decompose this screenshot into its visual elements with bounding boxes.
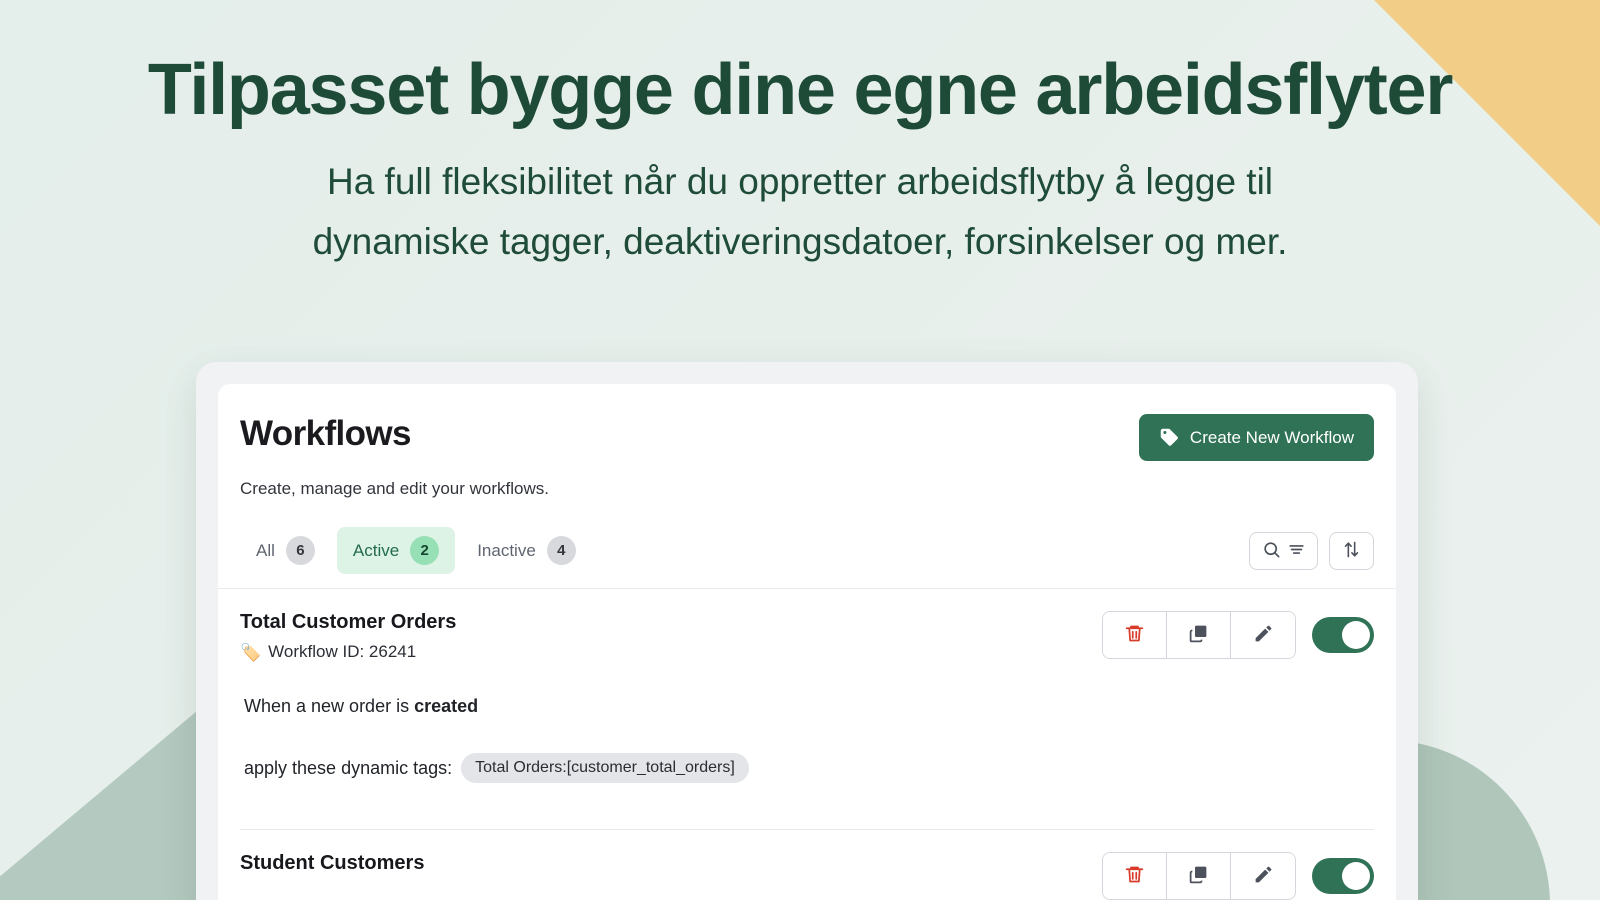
workflow-enabled-toggle[interactable] bbox=[1312, 858, 1374, 894]
tag-emoji-icon: 🏷️ bbox=[240, 644, 261, 661]
pencil-icon bbox=[1253, 864, 1274, 888]
tab-inactive[interactable]: Inactive 4 bbox=[461, 527, 592, 574]
workflow-id: 🏷️ Workflow ID: 26241 bbox=[240, 642, 456, 662]
workflow-tags-label: apply these dynamic tags: bbox=[244, 758, 452, 779]
search-icon bbox=[1262, 540, 1281, 562]
toolbar bbox=[1249, 532, 1374, 570]
sage-wedge-decoration bbox=[0, 700, 210, 900]
duplicate-button[interactable] bbox=[1167, 853, 1231, 899]
workflow-name: Student Customers bbox=[240, 852, 424, 875]
create-new-workflow-label: Create New Workflow bbox=[1190, 428, 1354, 448]
tag-icon bbox=[1159, 427, 1180, 448]
workflow-trigger: When a new order is created bbox=[244, 696, 1374, 717]
workflow-row: Total Customer Orders 🏷️ Workflow ID: 26… bbox=[218, 589, 1396, 830]
edit-button[interactable] bbox=[1231, 853, 1295, 899]
tab-active-label: Active bbox=[353, 541, 399, 561]
panel-header: Workflows Create New Workflow Create, ma… bbox=[218, 384, 1396, 499]
sort-arrows-icon bbox=[1342, 540, 1361, 562]
tab-all[interactable]: All 6 bbox=[240, 527, 331, 574]
edit-button[interactable] bbox=[1231, 612, 1295, 658]
copy-icon bbox=[1188, 864, 1209, 888]
hero-section: Tilpasset bygge dine egne arbeidsflyter … bbox=[0, 0, 1600, 272]
delete-button[interactable] bbox=[1103, 612, 1167, 658]
pencil-icon bbox=[1253, 623, 1274, 647]
delete-button[interactable] bbox=[1103, 853, 1167, 899]
app-window-frame: Workflows Create New Workflow Create, ma… bbox=[196, 362, 1418, 900]
trash-icon bbox=[1124, 864, 1145, 888]
workflow-trigger-event: created bbox=[414, 696, 478, 716]
copy-icon bbox=[1188, 623, 1209, 647]
workflow-actions bbox=[1102, 852, 1374, 900]
panel-subtitle: Create, manage and edit your workflows. bbox=[240, 479, 1374, 499]
dynamic-tag-chip: Total Orders:[customer_total_orders] bbox=[461, 753, 749, 783]
panel-title: Workflows bbox=[240, 414, 411, 454]
search-filter-button[interactable] bbox=[1249, 532, 1318, 570]
tab-active-count: 2 bbox=[410, 536, 439, 565]
workflows-panel: Workflows Create New Workflow Create, ma… bbox=[218, 384, 1396, 900]
workflow-row: Student Customers bbox=[218, 830, 1396, 900]
tab-active[interactable]: Active 2 bbox=[337, 527, 455, 574]
status-tabs: All 6 Active 2 Inactive 4 bbox=[240, 527, 592, 574]
trash-icon bbox=[1124, 623, 1145, 647]
tab-inactive-label: Inactive bbox=[477, 541, 536, 561]
workflow-name: Total Customer Orders bbox=[240, 611, 456, 634]
workflow-trigger-prefix: When a new order is bbox=[244, 696, 414, 716]
create-new-workflow-button[interactable]: Create New Workflow bbox=[1139, 414, 1374, 461]
workflow-enabled-toggle[interactable] bbox=[1312, 617, 1374, 653]
page-title: Tilpasset bygge dine egne arbeidsflyter bbox=[0, 52, 1600, 130]
page-subtitle: Ha full fleksibilitet når du oppretter a… bbox=[240, 152, 1360, 272]
workflow-tags: apply these dynamic tags: Total Orders:[… bbox=[244, 753, 1374, 783]
tab-all-count: 6 bbox=[286, 536, 315, 565]
workflow-actions bbox=[1102, 611, 1374, 659]
workflow-id-label: Workflow ID: 26241 bbox=[268, 642, 416, 662]
tab-all-label: All bbox=[256, 541, 275, 561]
duplicate-button[interactable] bbox=[1167, 612, 1231, 658]
filter-lines-icon bbox=[1288, 541, 1305, 561]
sort-button[interactable] bbox=[1329, 532, 1374, 570]
tab-inactive-count: 4 bbox=[547, 536, 576, 565]
filter-bar: All 6 Active 2 Inactive 4 bbox=[218, 527, 1396, 574]
